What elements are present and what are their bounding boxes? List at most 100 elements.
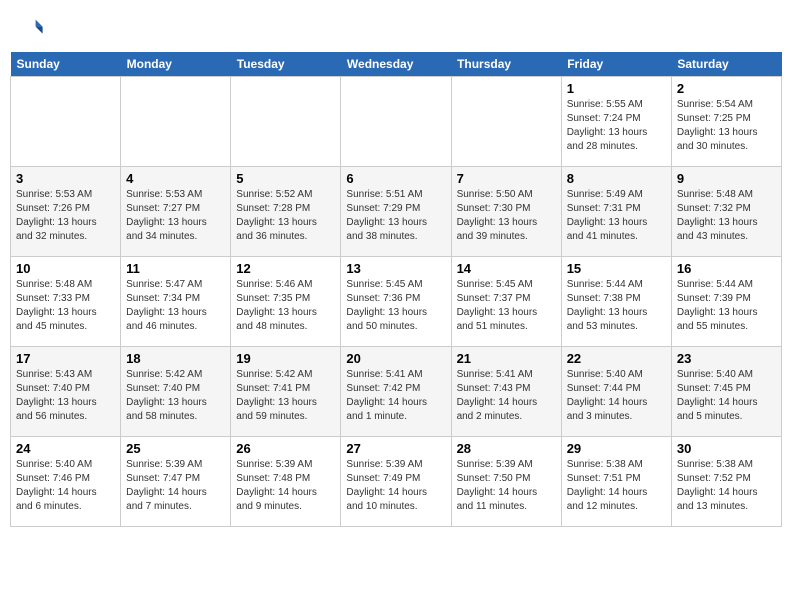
day-number: 21 bbox=[457, 351, 556, 366]
calendar-cell: 4 Sunrise: 5:53 AM Sunset: 7:27 PM Daylig… bbox=[121, 167, 231, 257]
day-number: 23 bbox=[677, 351, 776, 366]
calendar-cell bbox=[451, 77, 561, 167]
calendar-cell: 20Sunrise: 5:41 AM Sunset: 7:42 PM Dayli… bbox=[341, 347, 451, 437]
calendar-cell: 5Sunrise: 5:52 AM Sunset: 7:28 PM Daylig… bbox=[231, 167, 341, 257]
calendar-cell: 21 Sunrise: 5:41 AM Sunset: 7:43 PM Dayli… bbox=[451, 347, 561, 437]
day-number: 11 bbox=[126, 261, 225, 276]
day-number: 24 bbox=[16, 441, 115, 456]
calendar-cell: 26 Sunrise: 5:39 AM Sunset: 7:48 PM Dayli… bbox=[231, 437, 341, 527]
day-info: Sunrise: 5:51 AM Sunset: 7:29 PM Dayligh… bbox=[346, 188, 445, 244]
day-number: 4 bbox=[126, 171, 225, 186]
logo-icon bbox=[16, 14, 44, 42]
calendar-cell bbox=[231, 77, 341, 167]
weekday-header-friday: Friday bbox=[561, 52, 671, 77]
weekday-header-saturday: Saturday bbox=[671, 52, 781, 77]
day-info: Sunrise: 5:39 AM Sunset: 7:49 PM Dayligh… bbox=[346, 458, 445, 514]
day-number: 10 bbox=[16, 261, 115, 276]
calendar-cell: 22 Sunrise: 5:40 AM Sunset: 7:44 PM Dayli… bbox=[561, 347, 671, 437]
calendar-cell: 10 Sunrise: 5:48 AM Sunset: 7:33 PM Dayli… bbox=[11, 257, 121, 347]
day-info: Sunrise: 5:45 AM Sunset: 7:37 PM Dayligh… bbox=[457, 278, 556, 334]
day-info: Sunrise: 5:38 AM Sunset: 7:51 PM Dayligh… bbox=[567, 458, 666, 514]
calendar-cell: 27 Sunrise: 5:39 AM Sunset: 7:49 PM Dayli… bbox=[341, 437, 451, 527]
day-number: 19 bbox=[236, 351, 335, 366]
day-number: 1 bbox=[567, 81, 666, 96]
calendar-week-row: 17 Sunrise: 5:43 AM Sunset: 7:40 PM Dayli… bbox=[11, 347, 782, 437]
day-info: Sunrise: 5:39 AM Sunset: 7:47 PM Dayligh… bbox=[126, 458, 225, 514]
calendar-cell: 30Sunrise: 5:38 AM Sunset: 7:52 PM Dayli… bbox=[671, 437, 781, 527]
day-info: Sunrise: 5:48 AM Sunset: 7:33 PM Dayligh… bbox=[16, 278, 115, 334]
logo bbox=[16, 14, 48, 42]
day-info: Sunrise: 5:44 AM Sunset: 7:39 PM Dayligh… bbox=[677, 278, 776, 334]
day-info: Sunrise: 5:42 AM Sunset: 7:41 PM Dayligh… bbox=[236, 368, 335, 424]
day-info: Sunrise: 5:46 AM Sunset: 7:35 PM Dayligh… bbox=[236, 278, 335, 334]
calendar-week-row: 24Sunrise: 5:40 AM Sunset: 7:46 PM Dayli… bbox=[11, 437, 782, 527]
calendar-cell: 13 Sunrise: 5:45 AM Sunset: 7:36 PM Dayli… bbox=[341, 257, 451, 347]
weekday-header-thursday: Thursday bbox=[451, 52, 561, 77]
calendar-cell: 1 Sunrise: 5:55 AM Sunset: 7:24 PM Daylig… bbox=[561, 77, 671, 167]
day-number: 26 bbox=[236, 441, 335, 456]
calendar-cell: 14 Sunrise: 5:45 AM Sunset: 7:37 PM Dayli… bbox=[451, 257, 561, 347]
day-info: Sunrise: 5:40 AM Sunset: 7:45 PM Dayligh… bbox=[677, 368, 776, 424]
day-number: 8 bbox=[567, 171, 666, 186]
weekday-header-row: SundayMondayTuesdayWednesdayThursdayFrid… bbox=[11, 52, 782, 77]
weekday-header-sunday: Sunday bbox=[11, 52, 121, 77]
day-number: 13 bbox=[346, 261, 445, 276]
day-info: Sunrise: 5:49 AM Sunset: 7:31 PM Dayligh… bbox=[567, 188, 666, 244]
calendar-week-row: 10 Sunrise: 5:48 AM Sunset: 7:33 PM Dayli… bbox=[11, 257, 782, 347]
calendar-cell bbox=[11, 77, 121, 167]
calendar-cell bbox=[121, 77, 231, 167]
weekday-header-tuesday: Tuesday bbox=[231, 52, 341, 77]
day-number: 12 bbox=[236, 261, 335, 276]
page-header bbox=[10, 10, 782, 46]
day-info: Sunrise: 5:40 AM Sunset: 7:44 PM Dayligh… bbox=[567, 368, 666, 424]
day-info: Sunrise: 5:54 AM Sunset: 7:25 PM Dayligh… bbox=[677, 98, 776, 154]
day-number: 14 bbox=[457, 261, 556, 276]
day-info: Sunrise: 5:55 AM Sunset: 7:24 PM Dayligh… bbox=[567, 98, 666, 154]
calendar-cell: 28Sunrise: 5:39 AM Sunset: 7:50 PM Dayli… bbox=[451, 437, 561, 527]
calendar-cell: 9Sunrise: 5:48 AM Sunset: 7:32 PM Daylig… bbox=[671, 167, 781, 257]
day-number: 20 bbox=[346, 351, 445, 366]
day-info: Sunrise: 5:39 AM Sunset: 7:48 PM Dayligh… bbox=[236, 458, 335, 514]
day-number: 5 bbox=[236, 171, 335, 186]
calendar-cell: 3Sunrise: 5:53 AM Sunset: 7:26 PM Daylig… bbox=[11, 167, 121, 257]
calendar-cell: 11 Sunrise: 5:47 AM Sunset: 7:34 PM Dayli… bbox=[121, 257, 231, 347]
calendar-cell: 25 Sunrise: 5:39 AM Sunset: 7:47 PM Dayli… bbox=[121, 437, 231, 527]
calendar-cell: 23 Sunrise: 5:40 AM Sunset: 7:45 PM Dayli… bbox=[671, 347, 781, 437]
day-info: Sunrise: 5:53 AM Sunset: 7:26 PM Dayligh… bbox=[16, 188, 115, 244]
day-info: Sunrise: 5:41 AM Sunset: 7:43 PM Dayligh… bbox=[457, 368, 556, 424]
day-number: 27 bbox=[346, 441, 445, 456]
day-info: Sunrise: 5:45 AM Sunset: 7:36 PM Dayligh… bbox=[346, 278, 445, 334]
calendar-table: SundayMondayTuesdayWednesdayThursdayFrid… bbox=[10, 52, 782, 527]
day-number: 30 bbox=[677, 441, 776, 456]
calendar-cell: 18 Sunrise: 5:42 AM Sunset: 7:40 PM Dayli… bbox=[121, 347, 231, 437]
calendar-cell: 29 Sunrise: 5:38 AM Sunset: 7:51 PM Dayli… bbox=[561, 437, 671, 527]
day-number: 29 bbox=[567, 441, 666, 456]
day-info: Sunrise: 5:43 AM Sunset: 7:40 PM Dayligh… bbox=[16, 368, 115, 424]
calendar-cell bbox=[341, 77, 451, 167]
day-number: 16 bbox=[677, 261, 776, 276]
day-info: Sunrise: 5:42 AM Sunset: 7:40 PM Dayligh… bbox=[126, 368, 225, 424]
day-number: 18 bbox=[126, 351, 225, 366]
day-number: 6 bbox=[346, 171, 445, 186]
calendar-cell: 15Sunrise: 5:44 AM Sunset: 7:38 PM Dayli… bbox=[561, 257, 671, 347]
calendar-cell: 6 Sunrise: 5:51 AM Sunset: 7:29 PM Daylig… bbox=[341, 167, 451, 257]
calendar-cell: 8 Sunrise: 5:49 AM Sunset: 7:31 PM Daylig… bbox=[561, 167, 671, 257]
weekday-header-wednesday: Wednesday bbox=[341, 52, 451, 77]
calendar-week-row: 3Sunrise: 5:53 AM Sunset: 7:26 PM Daylig… bbox=[11, 167, 782, 257]
calendar-week-row: 1 Sunrise: 5:55 AM Sunset: 7:24 PM Daylig… bbox=[11, 77, 782, 167]
day-number: 7 bbox=[457, 171, 556, 186]
day-info: Sunrise: 5:48 AM Sunset: 7:32 PM Dayligh… bbox=[677, 188, 776, 244]
day-info: Sunrise: 5:53 AM Sunset: 7:27 PM Dayligh… bbox=[126, 188, 225, 244]
day-number: 25 bbox=[126, 441, 225, 456]
day-number: 2 bbox=[677, 81, 776, 96]
calendar-cell: 19 Sunrise: 5:42 AM Sunset: 7:41 PM Dayli… bbox=[231, 347, 341, 437]
day-info: Sunrise: 5:50 AM Sunset: 7:30 PM Dayligh… bbox=[457, 188, 556, 244]
calendar-cell: 2 Sunrise: 5:54 AM Sunset: 7:25 PM Daylig… bbox=[671, 77, 781, 167]
day-number: 22 bbox=[567, 351, 666, 366]
day-number: 17 bbox=[16, 351, 115, 366]
calendar-cell: 24Sunrise: 5:40 AM Sunset: 7:46 PM Dayli… bbox=[11, 437, 121, 527]
day-info: Sunrise: 5:47 AM Sunset: 7:34 PM Dayligh… bbox=[126, 278, 225, 334]
calendar-cell: 7 Sunrise: 5:50 AM Sunset: 7:30 PM Daylig… bbox=[451, 167, 561, 257]
day-info: Sunrise: 5:44 AM Sunset: 7:38 PM Dayligh… bbox=[567, 278, 666, 334]
calendar-cell: 17 Sunrise: 5:43 AM Sunset: 7:40 PM Dayli… bbox=[11, 347, 121, 437]
